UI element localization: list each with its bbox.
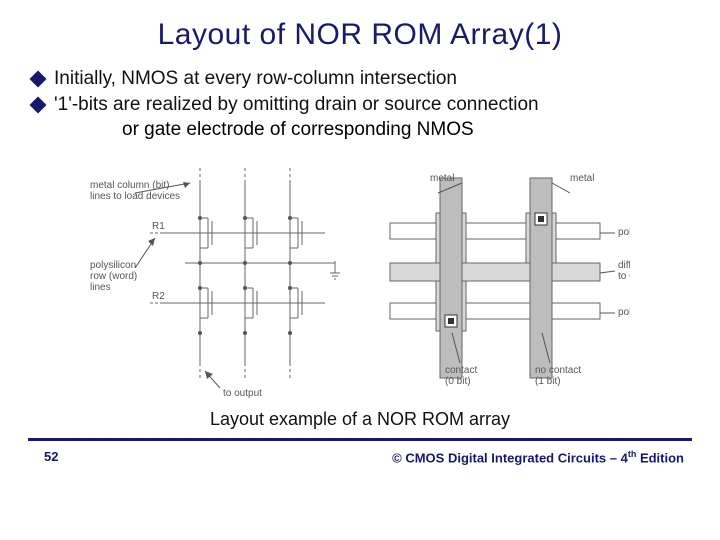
layout-diagram: metal column (bit)lines to load devices … (90, 153, 630, 403)
list-item: Initially, NMOS at every row-column inte… (32, 66, 692, 92)
figure-caption: Layout example of a NOR ROM array (28, 409, 692, 430)
list-item: '1'-bits are realized by omitting drain … (32, 92, 692, 118)
label-metal2: metal (570, 173, 594, 184)
label-r2: R2 (152, 291, 165, 302)
diamond-icon (30, 96, 47, 113)
label-diffusion: diffusionto GND (618, 260, 630, 282)
slide-title: Layout of NOR ROM Array(1) (28, 18, 692, 52)
page-number: 52 (44, 449, 58, 465)
bullet-continuation: or gate electrode of corresponding NMOS (122, 117, 692, 143)
bullet-text: '1'-bits are realized by omitting drain … (54, 92, 692, 118)
slide-footer: 52 © CMOS Digital Integrated Circuits – … (0, 441, 720, 465)
label-poly-row: polysiliconrow (word)lines (90, 260, 137, 293)
label-poly1: poly (618, 227, 630, 238)
label-poly2: poly (618, 307, 630, 318)
label-no-contact: no contact(1 bit) (535, 365, 581, 387)
label-metal1: metal (430, 173, 454, 184)
footer-credit: © CMOS Digital Integrated Circuits – 4th… (392, 449, 684, 465)
credit-prefix: © CMOS Digital Integrated Circuits – 4 (392, 450, 628, 465)
label-to-output: to output (223, 388, 262, 399)
bullet-text: Initially, NMOS at every row-column inte… (54, 66, 692, 92)
label-contact0: contact(0 bit) (445, 365, 477, 387)
diamond-icon (30, 71, 47, 88)
credit-suffix: Edition (636, 450, 684, 465)
label-r1: R1 (152, 221, 165, 232)
label-col-lines: metal column (bit)lines to load devices (90, 180, 180, 202)
bullet-list: Initially, NMOS at every row-column inte… (32, 66, 692, 143)
